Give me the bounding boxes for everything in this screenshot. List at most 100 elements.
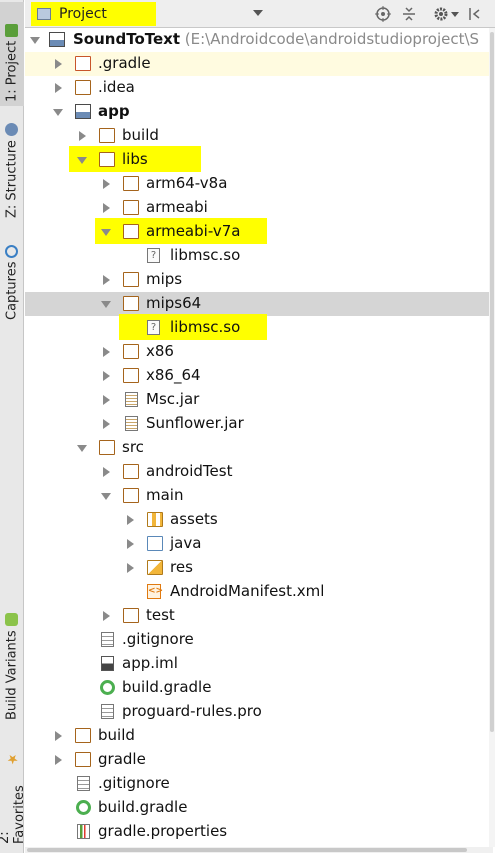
expand-arrow-icon[interactable] <box>77 445 87 452</box>
folder-icon <box>99 440 115 455</box>
tree-row-label: java <box>170 534 202 552</box>
collapse-arrow-icon[interactable] <box>55 59 62 69</box>
tree-row[interactable]: java <box>25 532 495 556</box>
tab-favorites-label: 2: Favorites <box>0 785 27 844</box>
collapse-arrow-icon[interactable] <box>103 419 110 429</box>
tree-row[interactable]: src <box>25 436 495 460</box>
tree-row-label: app.iml <box>122 654 178 672</box>
expand-arrow-icon[interactable] <box>53 109 63 116</box>
tree-row-label: libs <box>122 150 148 168</box>
expand-arrow-icon[interactable] <box>101 301 111 308</box>
collapse-arrow-icon[interactable] <box>103 347 110 357</box>
tree-row[interactable]: arm64-v8a <box>25 172 495 196</box>
tree-row[interactable]: gradle.properties <box>25 820 495 844</box>
tree-row[interactable]: .gradle <box>25 52 495 76</box>
folder-icon <box>99 152 115 167</box>
tree-row[interactable]: armeabi-v7a <box>25 218 495 244</box>
tree-row[interactable]: .gitignore <box>25 772 495 796</box>
tab-build-variants[interactable]: Build Variants <box>0 604 24 724</box>
collapse-arrow-icon[interactable] <box>103 179 110 189</box>
tab-structure[interactable]: Z: Structure <box>0 118 24 222</box>
tree-row[interactable]: app <box>25 100 495 124</box>
tree-row[interactable]: Msc.jar <box>25 388 495 412</box>
tree-row-label: build <box>122 126 159 144</box>
collapse-arrow-icon[interactable] <box>127 563 134 573</box>
text-file-icon <box>77 776 90 791</box>
tree-row[interactable]: x86 <box>25 340 495 364</box>
tree-row[interactable]: build <box>25 124 495 148</box>
tree-row[interactable]: test <box>25 604 495 628</box>
tree-row[interactable]: build.gradle <box>25 676 495 700</box>
collapse-arrow-icon[interactable] <box>103 371 110 381</box>
folder-icon <box>123 464 139 479</box>
collapse-arrow-icon[interactable] <box>127 539 134 549</box>
collapse-all-icon[interactable] <box>399 4 419 24</box>
expand-arrow-icon[interactable] <box>77 157 87 164</box>
tree-row[interactable]: main <box>25 484 495 508</box>
target-icon[interactable] <box>373 4 393 24</box>
tree-row-label: app <box>98 102 130 120</box>
collapse-arrow-icon[interactable] <box>55 83 62 93</box>
tree-row-label: libmsc.so <box>170 318 241 336</box>
tree-row[interactable]: armeabi <box>25 196 495 220</box>
project-header: Project <box>25 0 495 28</box>
tree-row-label: Msc.jar <box>146 390 200 408</box>
view-selector[interactable]: Project <box>31 2 291 26</box>
hide-icon[interactable] <box>465 4 485 24</box>
tree-row[interactable]: build <box>25 724 495 748</box>
tree-row[interactable]: gradle <box>25 748 495 772</box>
tree-row[interactable]: <> AndroidManifest.xml <box>25 580 495 604</box>
collapse-arrow-icon[interactable] <box>103 467 110 477</box>
tree-row[interactable]: ? libmsc.so <box>25 314 495 340</box>
folder-icon <box>123 296 139 311</box>
tree-row-label: SoundToText (E:\Androidcode\androidstudi… <box>73 30 480 48</box>
horizontal-scrollbar[interactable] <box>25 847 493 853</box>
collapse-arrow-icon[interactable] <box>55 755 62 765</box>
tab-captures[interactable]: Captures <box>0 238 24 324</box>
collapse-arrow-icon[interactable] <box>103 275 110 285</box>
project-view-icon <box>37 8 51 20</box>
scrollbar-thumb[interactable] <box>490 32 494 732</box>
tree-row[interactable]: x86_64 <box>25 364 495 388</box>
android-icon <box>5 613 19 627</box>
resources-folder-icon <box>147 560 163 575</box>
tool-window-strip: 1: Project Z: Structure Captures Build V… <box>0 0 27 853</box>
tree-row[interactable]: .gitignore <box>25 628 495 652</box>
tree-row[interactable]: proguard-rules.pro <box>25 700 495 724</box>
tree-row[interactable]: app.iml <box>25 652 495 676</box>
tree-row[interactable]: mips <box>25 268 495 292</box>
expand-arrow-icon[interactable] <box>101 229 111 236</box>
tree-row-label: .gradle <box>98 54 151 72</box>
unknown-file-icon: ? <box>147 320 160 335</box>
tree-row[interactable]: Sunflower.jar <box>25 412 495 436</box>
expand-arrow-icon[interactable] <box>101 493 111 500</box>
gear-icon[interactable] <box>431 4 451 24</box>
collapse-arrow-icon[interactable] <box>55 731 62 741</box>
collapse-arrow-icon[interactable] <box>103 395 110 405</box>
chevron-down-icon[interactable] <box>449 4 461 24</box>
collapse-arrow-icon[interactable] <box>127 515 134 525</box>
tab-project[interactable]: 1: Project <box>0 2 24 106</box>
tree-row[interactable]: libs <box>25 146 495 172</box>
collapse-arrow-icon[interactable] <box>79 131 86 141</box>
tree-row-root[interactable]: SoundToText (E:\Androidcode\androidstudi… <box>25 28 495 52</box>
tab-structure-label: Z: Structure <box>4 140 20 218</box>
expand-arrow-icon[interactable] <box>30 37 40 44</box>
vertical-scrollbar[interactable] <box>489 28 495 847</box>
tree-row-label: androidTest <box>146 462 233 480</box>
tree-row[interactable]: res <box>25 556 495 580</box>
tree-row[interactable]: assets <box>25 508 495 532</box>
folder-icon <box>123 488 139 503</box>
tree-row-label: test <box>146 606 175 624</box>
scrollbar-thumb[interactable] <box>27 848 467 852</box>
tab-favorites[interactable]: 2: Favorites ★ <box>0 748 27 848</box>
tree-row[interactable]: androidTest <box>25 460 495 484</box>
tree-row[interactable]: build.gradle <box>25 796 495 820</box>
tree-row-label: proguard-rules.pro <box>122 702 262 720</box>
collapse-arrow-icon[interactable] <box>103 611 110 621</box>
jar-icon <box>125 416 138 431</box>
collapse-arrow-icon[interactable] <box>103 203 110 213</box>
tree-row-selected[interactable]: mips64 <box>25 292 495 316</box>
tree-row[interactable]: ? libmsc.so <box>25 244 495 268</box>
tree-row[interactable]: .idea <box>25 76 495 100</box>
